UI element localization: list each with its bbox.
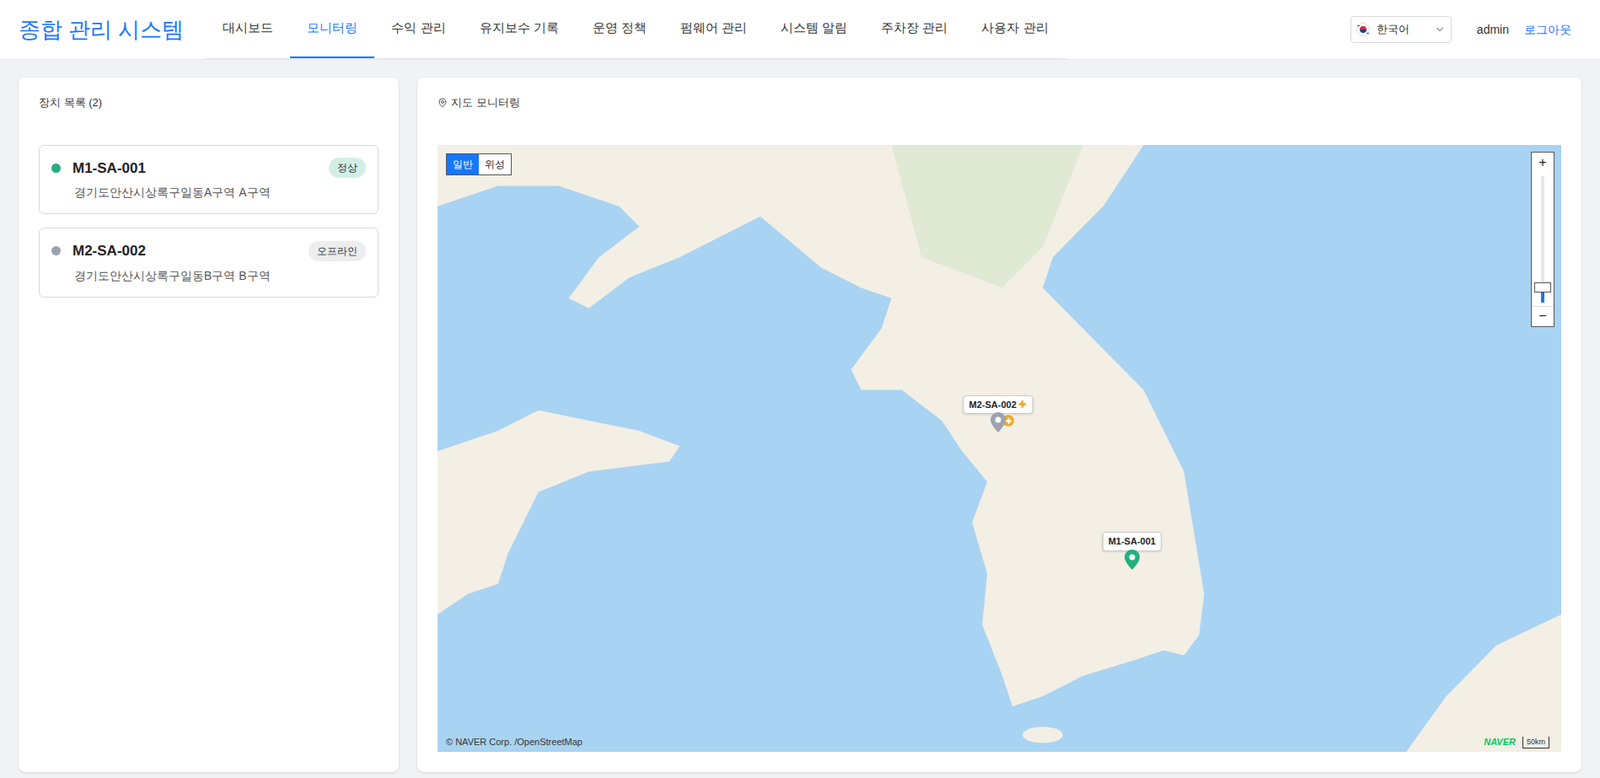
map-type-button[interactable]: 위성 — [478, 154, 511, 175]
marker-pin-icon — [990, 412, 1006, 433]
device-address: 경기도안산시상록구일동B구역 B구역 — [51, 267, 366, 285]
user-name: admin — [1476, 21, 1509, 39]
app: 종합 관리 시스템 대시보드모니터링수익 관리유지보수 기록운영 정책펌웨어 관리… — [0, 0, 1600, 778]
nav-item[interactable]: 운영 정책 — [575, 0, 664, 59]
app-title[interactable]: 종합 관리 시스템 — [18, 13, 184, 47]
language-select[interactable]: 한국어 — [1350, 16, 1452, 43]
map-view[interactable]: 일반위성+−M2-SA-002M1-SA-001© NAVER Corp. /O… — [437, 144, 1562, 753]
logout-link[interactable]: 로그아웃 — [1524, 21, 1572, 39]
zoom-control: +− — [1530, 151, 1555, 328]
map-type-button[interactable]: 일반 — [446, 154, 479, 175]
content: 장치 목록 (2)M1-SA-001정상경기도안산시상록구일동A구역 A구역M2… — [0, 59, 1600, 778]
map-pin-icon — [437, 97, 448, 108]
panel-title: 지도 모니터링 — [451, 94, 521, 112]
status-dot — [51, 246, 61, 256]
zoom-handle[interactable] — [1534, 282, 1552, 293]
status-dot — [51, 163, 61, 173]
status-badge: 오프라인 — [308, 241, 366, 262]
nav-item[interactable]: 사용자 관리 — [964, 0, 1065, 59]
zoom-out-button[interactable]: − — [1531, 306, 1554, 327]
nav-item[interactable]: 모니터링 — [289, 0, 375, 59]
zoom-in-button[interactable]: + — [1531, 152, 1554, 173]
nav-item[interactable]: 유지보수 기록 — [462, 0, 576, 59]
chevron-down-icon — [1433, 23, 1446, 36]
map-type-toggle: 일반위성 — [445, 153, 512, 176]
map-scale: 50km — [1522, 736, 1550, 750]
map-attribution: © NAVER Corp. /OpenStreetMap — [445, 735, 583, 750]
marker-label: M1-SA-001 — [1108, 534, 1156, 549]
device-list-panel: 장치 목록 (2) M1-SA-001정상경기도안산시상록구일동A구역 A구역 M2… — [18, 77, 399, 773]
naver-logo: NAVER — [1483, 735, 1516, 750]
korea-flag-icon — [1356, 22, 1370, 37]
marker-label: M2-SA-002 — [969, 397, 1017, 413]
device-card[interactable]: M1-SA-001정상경기도안산시상록구일동A구역 A구역 — [38, 144, 379, 215]
device-card[interactable]: M2-SA-002오프라인경기도안산시상록구일동B구역 B구역 — [38, 227, 379, 298]
zoom-slider[interactable] — [1540, 176, 1545, 303]
map-panel: 지도 모니터링일반위성+−M2-SA-002M1-SA-001© NAVER C… — [417, 77, 1582, 773]
nav-item[interactable]: 수익 관리 — [374, 0, 462, 59]
main-nav: 대시보드모니터링수익 관리유지보수 기록운영 정책펌웨어 관리시스템 알림주차장… — [205, 0, 1065, 60]
status-badge: 정상 — [328, 157, 366, 178]
panel-title: 장치 목록 (2) — [38, 94, 379, 112]
device-name: M2-SA-002 — [72, 240, 309, 263]
marker-pin-icon — [1124, 549, 1140, 570]
top-header: 종합 관리 시스템 대시보드모니터링수익 관리유지보수 기록운영 정책펌웨어 관리… — [0, 0, 1600, 60]
device-name: M1-SA-001 — [72, 157, 329, 180]
nav-item[interactable]: 대시보드 — [205, 0, 290, 59]
nav-item[interactable]: 시스템 알림 — [763, 0, 865, 59]
nav-item[interactable]: 주차장 관리 — [864, 0, 965, 59]
nav-item[interactable]: 펌웨어 관리 — [663, 0, 764, 59]
device-address: 경기도안산시상록구일동A구역 A구역 — [51, 183, 366, 202]
charging-icon — [1018, 399, 1028, 409]
map-tiles — [437, 144, 1562, 753]
